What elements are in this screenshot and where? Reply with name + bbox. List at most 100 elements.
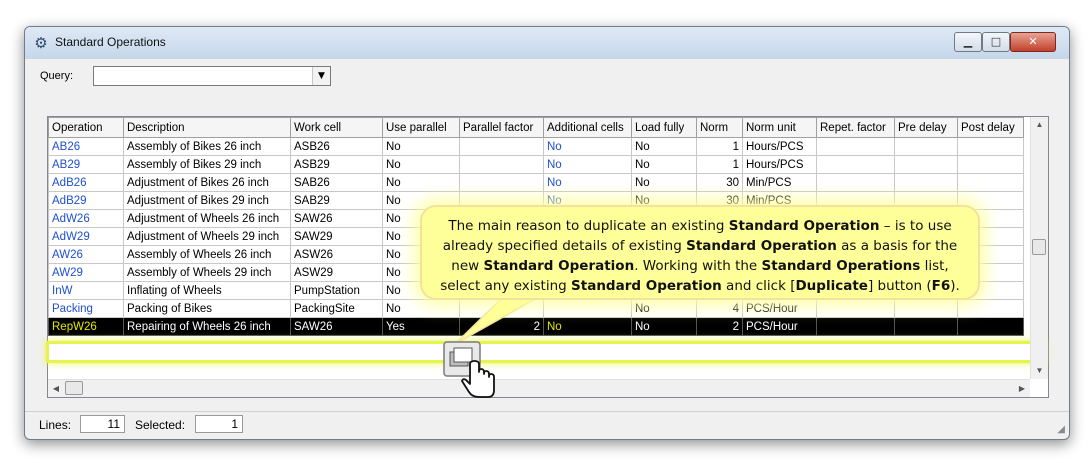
table-cell: No xyxy=(543,155,632,174)
table-cell: InW xyxy=(48,281,124,300)
column-header[interactable]: Additional cells xyxy=(543,117,632,138)
status-bar: Lines: 11 Selected: 1 ◢ xyxy=(25,411,1069,438)
column-header[interactable]: Load fully xyxy=(631,117,697,138)
table-cell: Yes xyxy=(382,317,460,336)
title-bar[interactable]: ⚙ Standard Operations ▁ □ ✕ xyxy=(25,27,1069,59)
column-header[interactable]: Pre delay xyxy=(894,117,958,138)
table-cell: SAW26 xyxy=(290,317,383,336)
table-cell: RepW26 xyxy=(48,317,124,336)
table-row[interactable]: AB26 Assembly of Bikes 26 inch ASB26 No No No… xyxy=(48,137,1024,156)
table-row[interactable]: RepW26 Repairing of Wheels 26 inch SAW26 Ye… xyxy=(48,317,1024,336)
table-cell xyxy=(957,173,1024,192)
callout-text: Standard Operation xyxy=(483,258,635,274)
table-cell: PackingSite xyxy=(290,299,383,318)
table-cell: Assembly of Bikes 29 inch xyxy=(123,155,291,174)
table-cell xyxy=(957,299,1024,318)
close-button[interactable]: ✕ xyxy=(1010,32,1056,52)
scroll-down-icon[interactable]: ▼ xyxy=(1031,363,1048,379)
column-header[interactable]: Post delay xyxy=(957,117,1024,138)
table-cell xyxy=(816,173,895,192)
table-cell: Adjustment of Bikes 29 inch xyxy=(123,191,291,210)
table-cell: No xyxy=(631,155,697,174)
table-cell: AdW29 xyxy=(48,227,124,246)
selected-row-highlight xyxy=(46,341,1045,363)
header-row: Operation Description Work cell Use paralle… xyxy=(48,117,1024,138)
minimize-button[interactable]: ▁ xyxy=(954,32,982,52)
resize-grip-icon[interactable]: ◢ xyxy=(1057,424,1065,435)
table-cell xyxy=(957,317,1024,336)
table-cell: ASW29 xyxy=(290,263,383,282)
vertical-scrollbar[interactable]: ▲ ▼ xyxy=(1030,117,1048,379)
maximize-button[interactable]: □ xyxy=(982,32,1010,52)
table-cell: No xyxy=(543,173,632,192)
table-cell: SAW26 xyxy=(290,209,383,228)
table-cell: SAB29 xyxy=(290,191,383,210)
scroll-up-icon[interactable]: ▲ xyxy=(1031,117,1048,133)
table-row[interactable]: AB29 Assembly of Bikes 29 inch ASB29 No No No… xyxy=(48,155,1024,174)
duplicate-button-icon[interactable] xyxy=(442,340,502,400)
table-cell: No xyxy=(631,299,697,318)
table-cell: 30 xyxy=(696,173,743,192)
query-select[interactable]: ▼ xyxy=(93,66,331,86)
chevron-down-icon[interactable]: ▼ xyxy=(312,67,330,85)
table-cell: 2 xyxy=(696,317,743,336)
table-cell: PCS/Hour xyxy=(742,299,817,318)
table-cell: No xyxy=(382,173,460,192)
horizontal-scrollbar[interactable]: ◀ ▶ xyxy=(48,379,1030,397)
table-cell: AB29 xyxy=(48,155,124,174)
table-cell: 4 xyxy=(696,299,743,318)
table-cell: No xyxy=(631,137,697,156)
gear-icon: ⚙ xyxy=(34,34,48,52)
column-header[interactable]: Parallel factor xyxy=(459,117,544,138)
table-cell xyxy=(957,155,1024,174)
selected-label: Selected: xyxy=(135,418,186,432)
table-cell xyxy=(957,137,1024,156)
table-cell: PumpStation xyxy=(290,281,383,300)
table-cell xyxy=(459,137,544,156)
table-cell: 2 xyxy=(459,317,544,336)
table-cell xyxy=(459,299,544,318)
callout-text: ). xyxy=(950,278,960,294)
table-cell: Assembly of Wheels 26 inch xyxy=(123,245,291,264)
table-cell: No xyxy=(382,155,460,174)
column-header[interactable]: Norm xyxy=(696,117,743,138)
table-cell xyxy=(894,317,958,336)
table-cell: ASB29 xyxy=(290,155,383,174)
table-row[interactable]: AdB26 Adjustment of Bikes 26 inch SAB26 No N… xyxy=(48,173,1024,192)
table-cell: No xyxy=(543,317,632,336)
table-cell: Hours/PCS xyxy=(742,155,817,174)
table-cell: Packing of Bikes xyxy=(123,299,291,318)
callout-text: Standard Operation xyxy=(686,238,837,254)
table-cell: Hours/PCS xyxy=(742,137,817,156)
column-header[interactable]: Work cell xyxy=(290,117,383,138)
table-cell xyxy=(894,155,958,174)
table-cell xyxy=(894,299,958,318)
horizontal-scroll-thumb[interactable] xyxy=(65,381,83,395)
table-cell: PCS/Hour xyxy=(742,317,817,336)
table-cell: Packing xyxy=(48,299,124,318)
callout-text: Standard Operation xyxy=(728,218,880,234)
table-cell: No xyxy=(543,137,632,156)
table-cell: AW26 xyxy=(48,245,124,264)
table-cell: AdW26 xyxy=(48,209,124,228)
column-header[interactable]: Norm unit xyxy=(742,117,817,138)
callout-text: and click [ xyxy=(721,278,796,294)
vertical-scroll-thumb[interactable] xyxy=(1032,239,1046,255)
table-cell: 1 xyxy=(696,155,743,174)
column-header[interactable]: Repet. factor xyxy=(816,117,895,138)
table-cell: ASB26 xyxy=(290,137,383,156)
table-cell: No xyxy=(382,137,460,156)
table-cell xyxy=(459,173,544,192)
column-header[interactable]: Use parallel xyxy=(382,117,460,138)
table-row[interactable]: Packing Packing of Bikes PackingSite No No 4 P… xyxy=(48,299,1024,318)
callout-text: ] button ( xyxy=(867,278,932,294)
scroll-left-icon[interactable]: ◀ xyxy=(48,380,64,397)
table-cell xyxy=(543,299,632,318)
column-header[interactable]: Operation xyxy=(48,117,124,138)
column-header[interactable]: Description xyxy=(123,117,291,138)
table-cell: Adjustment of Bikes 26 inch xyxy=(123,173,291,192)
table-cell xyxy=(816,299,895,318)
scroll-right-icon[interactable]: ▶ xyxy=(1014,380,1030,397)
table-cell: Adjustment of Wheels 26 inch xyxy=(123,209,291,228)
table-cell xyxy=(894,173,958,192)
